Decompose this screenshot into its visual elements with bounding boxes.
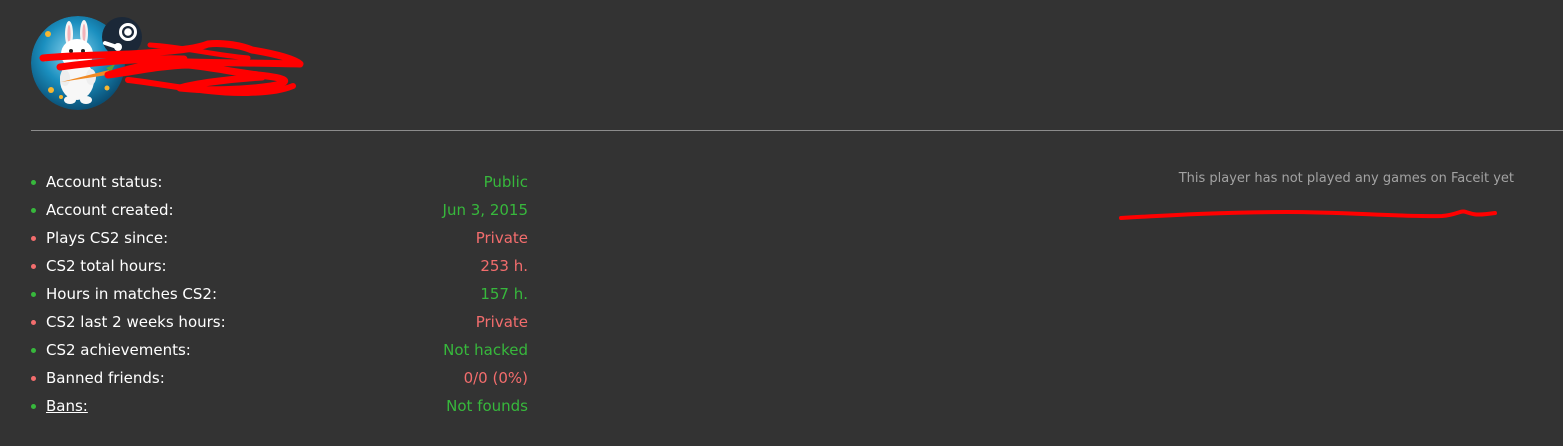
green-status-bullet-icon: [31, 403, 36, 409]
stat-label: CS2 total hours:: [46, 257, 167, 275]
steam-icon[interactable]: [101, 16, 143, 58]
banned-friends-row: Banned friends: 0/0 (0%): [28, 364, 528, 392]
cs2-achievements-row: CS2 achievements: Not hacked: [28, 336, 528, 364]
cs2-last-two-weeks-row: CS2 last 2 weeks hours: Private: [28, 308, 528, 336]
account-status-row: Account status: Public: [28, 168, 528, 196]
red-status-bullet-icon: [31, 235, 36, 241]
profile-header: [0, 0, 1563, 131]
green-status-bullet-icon: [31, 207, 36, 213]
account-created-row: Account created: Jun 3, 2015: [28, 196, 528, 224]
hours-in-matches-row: Hours in matches CS2: 157 h.: [28, 280, 528, 308]
stat-label: Hours in matches CS2:: [46, 285, 217, 303]
steam-logo-icon: [102, 17, 142, 57]
red-status-bullet-icon: [31, 375, 36, 381]
stat-value: Jun 3, 2015: [442, 201, 528, 219]
stat-value: 0/0 (0%): [463, 369, 528, 387]
red-status-bullet-icon: [31, 263, 36, 269]
faceit-empty-message: This player has not played any games on …: [1178, 171, 1514, 186]
stat-value: Not founds: [446, 397, 528, 415]
cs2-total-hours-row: CS2 total hours: 253 h.: [28, 252, 528, 280]
stat-value: Not hacked: [443, 341, 528, 359]
plays-cs2-since-row: Plays CS2 since: Private: [28, 224, 528, 252]
stat-value: 157 h.: [480, 285, 528, 303]
stat-label: Account status:: [46, 173, 163, 191]
stat-value: Private: [475, 313, 528, 331]
stat-value: 253 h.: [480, 257, 528, 275]
stat-label: Account created:: [46, 201, 174, 219]
green-status-bullet-icon: [31, 179, 36, 185]
red-status-bullet-icon: [31, 319, 36, 325]
faceit-message-red-underline: [1119, 209, 1497, 220]
bans-link[interactable]: Bans:: [46, 397, 378, 415]
stat-value: Private: [475, 229, 528, 247]
player-stats-list: Account status: Public Account created: …: [28, 168, 528, 420]
green-status-bullet-icon: [31, 291, 36, 297]
green-status-bullet-icon: [31, 347, 36, 353]
stat-value: Public: [483, 173, 528, 191]
stat-label: CS2 achievements:: [46, 341, 191, 359]
bans-row: Bans: Not founds: [28, 392, 528, 420]
stat-label: CS2 last 2 weeks hours:: [46, 313, 226, 331]
stat-label: Banned friends:: [46, 369, 165, 387]
section-divider: [31, 130, 1563, 131]
stat-label: Plays CS2 since:: [46, 229, 169, 247]
